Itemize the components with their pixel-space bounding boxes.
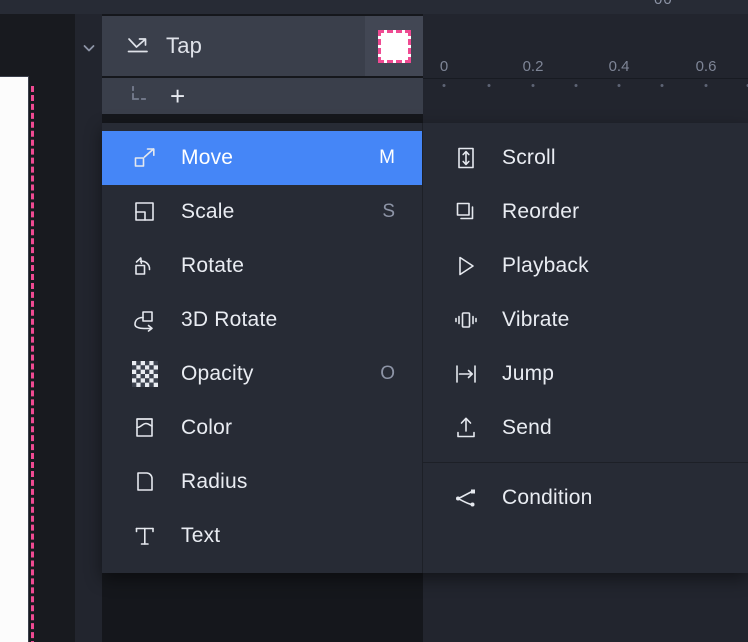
artboard[interactable] — [0, 76, 29, 642]
menu-item-text[interactable]: Text — [102, 509, 422, 563]
condition-icon — [452, 484, 480, 512]
menu-item-jump[interactable]: Jump — [423, 347, 748, 401]
rotate-icon — [131, 252, 159, 280]
playback-icon — [452, 252, 480, 280]
menu-item-label: Vibrate — [502, 308, 570, 331]
menu-item-label: Scale — [181, 200, 235, 223]
menu-item-send[interactable]: Send — [423, 401, 748, 455]
menu-item-label: Condition — [502, 486, 593, 509]
menu-item-label: Move — [181, 146, 234, 169]
rotate-3d-icon — [131, 306, 159, 334]
menu-item-label: 3D Rotate — [181, 308, 278, 331]
menu-item-label: Opacity — [181, 362, 254, 385]
ruler-tick-dot — [660, 84, 664, 87]
ruler-tick-dot — [442, 84, 446, 87]
tree-elbow-icon — [130, 86, 148, 106]
ruler-tick-dot — [487, 84, 491, 87]
menu-item-label: Rotate — [181, 254, 245, 277]
tap-gesture-icon — [124, 32, 152, 60]
ruler-tick-label: 0.2 — [522, 58, 544, 75]
event-header-left[interactable]: Tap — [102, 16, 365, 76]
menu-item-color[interactable]: Color — [102, 401, 422, 455]
menu-item-shortcut: O — [380, 363, 395, 384]
event-header-row[interactable]: Tap — [102, 16, 423, 76]
app-window: 00 0 0.2 0.4 0.6 — [0, 0, 748, 642]
scale-icon — [131, 198, 159, 226]
menu-item-playback[interactable]: Playback — [423, 239, 748, 293]
color-icon — [131, 414, 159, 442]
text-icon — [131, 522, 159, 550]
event-subrow[interactable]: + — [102, 78, 423, 114]
menu-item-label: Color — [181, 416, 233, 439]
ruler-tick-dot — [704, 84, 708, 87]
menu-item-label: Reorder — [502, 200, 580, 223]
menu-item-3d-rotate[interactable]: 3D Rotate — [102, 293, 422, 347]
ruler-tick-label: 0.4 — [608, 58, 630, 75]
reorder-icon — [452, 198, 480, 226]
menu-item-label: Send — [502, 416, 552, 439]
timeline-collapse-rail — [75, 14, 102, 642]
ruler-tick-dot — [574, 84, 578, 87]
menu-item-label: Playback — [502, 254, 589, 277]
menu-item-label: Jump — [502, 362, 555, 385]
ruler-tick-label: 0.6 — [695, 58, 717, 75]
radius-icon — [131, 468, 159, 496]
menu-item-label: Scroll — [502, 146, 556, 169]
menu-item-shortcut: M — [379, 147, 395, 168]
menu-item-label: Text — [181, 524, 221, 547]
ruler-tick-dot — [617, 84, 621, 87]
event-color-swatch[interactable] — [377, 29, 411, 63]
menu-item-label: Radius — [181, 470, 248, 493]
menu-item-scale[interactable]: Scale S — [102, 185, 422, 239]
menu-item-shortcut: S — [382, 201, 395, 222]
menu-divider — [423, 462, 748, 463]
event-color-swatch-cell[interactable] — [365, 16, 423, 76]
top-toolbar-strip: 00 — [0, 0, 748, 14]
event-rows: Tap + — [102, 16, 423, 116]
send-icon — [452, 414, 480, 442]
menu-item-opacity[interactable]: Opacity O — [102, 347, 422, 401]
menu-item-scroll[interactable]: Scroll — [423, 131, 748, 185]
jump-icon — [452, 360, 480, 388]
event-title: Tap — [166, 33, 203, 58]
context-menu-right-column: Scroll Reorder Playback Vibrate Jump Send Cond… — [423, 123, 748, 573]
move-icon — [131, 144, 159, 172]
opacity-icon — [131, 360, 159, 388]
cut-off-label: 00 — [654, 0, 680, 6]
vibrate-icon — [452, 306, 480, 334]
context-menu-left-column: Move M Scale S Rotate 3D Rotate Opacity O Color R… — [102, 123, 423, 573]
menu-item-vibrate[interactable]: Vibrate — [423, 293, 748, 347]
selection-guide-line — [31, 86, 34, 642]
chevron-down-icon[interactable] — [75, 34, 102, 62]
add-property-button[interactable]: + — [170, 83, 185, 109]
ruler-tick-label: 0 — [439, 58, 449, 75]
scroll-icon — [452, 144, 480, 172]
context-menu: Move M Scale S Rotate 3D Rotate Opacity O Color R… — [102, 123, 748, 573]
canvas-area[interactable] — [0, 14, 75, 642]
timeline-ruler[interactable]: 0 0.2 0.4 0.6 — [423, 16, 748, 87]
menu-item-condition[interactable]: Condition — [423, 471, 748, 525]
ruler-tick-dot — [531, 84, 535, 87]
menu-item-reorder[interactable]: Reorder — [423, 185, 748, 239]
menu-item-rotate[interactable]: Rotate — [102, 239, 422, 293]
menu-item-radius[interactable]: Radius — [102, 455, 422, 509]
menu-item-move[interactable]: Move M — [102, 131, 422, 185]
